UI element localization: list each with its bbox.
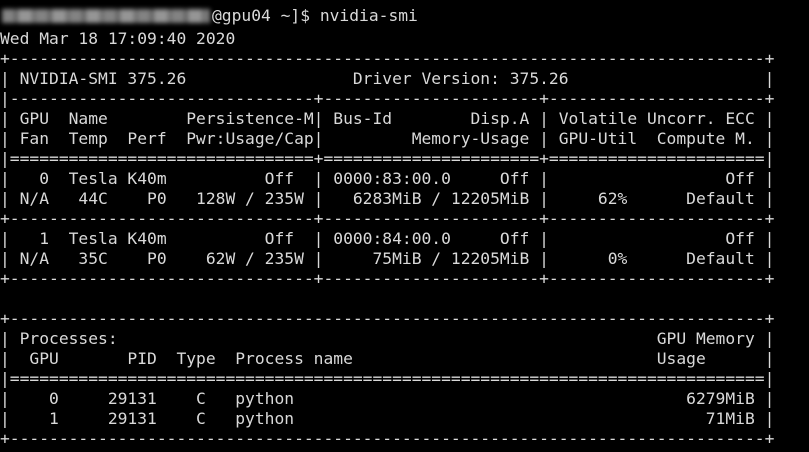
- table-header-version: | NVIDIA-SMI 375.26 Driver Version: 375.…: [0, 69, 775, 88]
- table-column-header-2: | Fan Temp Perf Pwr:Usage/Cap| Memory-Us…: [0, 129, 775, 148]
- table-row-gpu0-b: | N/A 44C P0 128W / 235W | 6283MiB / 122…: [0, 189, 775, 208]
- processes-column-header: | GPU PID Type Process name Usage |: [0, 349, 775, 368]
- table-separator: |-------------------------------+-------…: [0, 89, 775, 108]
- table-row-gpu0-a: | 0 Tesla K40m Off | 0000:83:00.0 Off | …: [0, 169, 775, 188]
- prompt-host: @gpu04 ~]$: [212, 6, 320, 25]
- table-border-top: +---------------------------------------…: [0, 49, 775, 68]
- process-row-gpu0: | 0 29131 C python 6279MiB |: [0, 389, 775, 408]
- processes-header-divider: |=======================================…: [0, 369, 775, 388]
- processes-title: | Processes: GPU Memory |: [0, 329, 775, 348]
- table-border-bottom: +-------------------------------+-------…: [0, 269, 775, 288]
- table-row-separator: +-------------------------------+-------…: [0, 209, 775, 228]
- table-column-header-1: | GPU Name Persistence-M| Bus-Id Disp.A …: [0, 109, 775, 128]
- prompt-command: nvidia-smi: [319, 6, 418, 25]
- processes-border-bottom: +---------------------------------------…: [0, 429, 775, 448]
- terminal-window[interactable]: @gpu04 ~]$ nvidia-smi Wed Mar 18 17:09:4…: [0, 0, 809, 452]
- command-prompt-line: @gpu04 ~]$ nvidia-smi: [0, 6, 418, 26]
- table-row-gpu1-a: | 1 Tesla K40m Off | 0000:84:00.0 Off | …: [0, 229, 775, 248]
- table-header-divider: |===============================+=======…: [0, 149, 775, 168]
- timestamp-line: Wed Mar 18 17:09:40 2020: [0, 29, 236, 48]
- processes-border-top: +---------------------------------------…: [0, 309, 775, 328]
- process-row-gpu1: | 1 29131 C python 71MiB |: [0, 409, 775, 428]
- table-row-gpu1-b: | N/A 35C P0 62W / 235W | 75MiB / 12205M…: [0, 249, 775, 268]
